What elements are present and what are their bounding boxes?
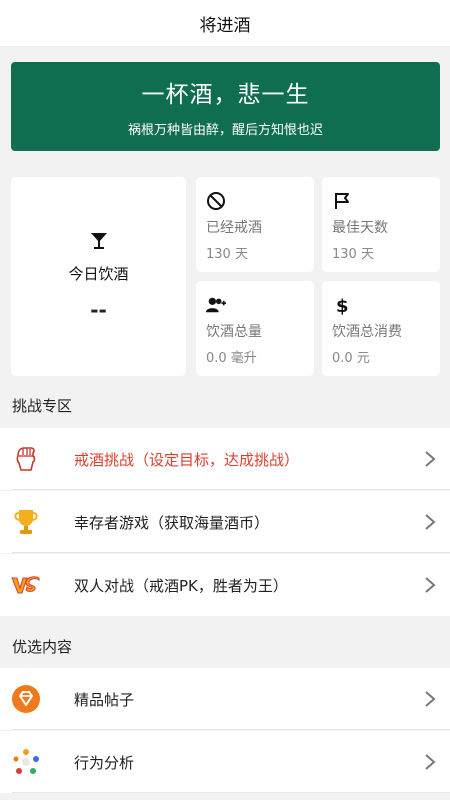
list-item-label: 戒酒挑战（设定目标，达成挑战） xyxy=(74,450,300,469)
list-item-featured-posts[interactable]: 精品帖子 xyxy=(0,668,450,730)
chevron-right-icon xyxy=(425,451,436,467)
stat-value: 0.0 元 xyxy=(332,351,370,366)
chevron-right-icon xyxy=(425,691,436,707)
list-item-behavior-analysis[interactable]: 行为分析 xyxy=(0,731,450,793)
diamond-badge-icon xyxy=(12,685,40,713)
list-item-duel[interactable]: 双人对战（戒酒PK，胜者为王） xyxy=(0,554,450,616)
list-item-label: 幸存者游戏（获取海量酒币） xyxy=(74,513,270,532)
section-title-challenge: 挑战专区 xyxy=(12,397,73,415)
today-drinking-card[interactable]: 今日饮酒 -- xyxy=(11,177,186,376)
stat-card-total-amount[interactable]: 饮酒总量 0.0 毫升 xyxy=(196,281,314,376)
banner-subtitle: 祸根万种皆由醉，醒后方知恨也迟 xyxy=(127,123,323,138)
stat-card-quit-days[interactable]: 已经戒酒 130 天 xyxy=(196,177,314,272)
today-value: -- xyxy=(90,298,107,322)
banner-title: 一杯酒，悲一生 xyxy=(141,82,310,108)
divider xyxy=(12,552,450,553)
stat-name: 最佳天数 xyxy=(332,220,388,236)
trophy-icon xyxy=(14,510,38,534)
top-bar: 将进酒 xyxy=(0,0,450,46)
stat-card-total-spend[interactable]: $ 饮酒总消费 0.0 元 xyxy=(322,281,440,376)
stat-value: 0.0 毫升 xyxy=(206,351,257,366)
motto-banner: 一杯酒，悲一生 祸根万种皆由醉，醒后方知恨也迟 xyxy=(11,62,440,151)
flag-icon xyxy=(335,193,349,209)
user-add-icon xyxy=(206,297,226,313)
today-label: 今日饮酒 xyxy=(68,265,129,283)
list-item-label: 双人对战（戒酒PK，胜者为王） xyxy=(74,576,288,595)
list-item-survivor-game[interactable]: 幸存者游戏（获取海量酒币） xyxy=(0,491,450,553)
list-item-label: 行为分析 xyxy=(74,753,135,772)
page-title: 将进酒 xyxy=(199,15,251,36)
divider xyxy=(12,489,450,490)
chevron-right-icon xyxy=(425,577,436,593)
divider xyxy=(12,792,450,793)
stat-name: 已经戒酒 xyxy=(206,220,262,236)
ban-icon xyxy=(207,192,225,210)
dollar-icon: $ xyxy=(336,296,349,315)
list-item-quit-challenge[interactable]: 戒酒挑战（设定目标，达成挑战） xyxy=(0,428,450,490)
fist-icon xyxy=(16,447,36,471)
stat-name: 饮酒总消费 xyxy=(332,324,402,340)
stat-card-best-days[interactable]: 最佳天数 130 天 xyxy=(322,177,440,272)
svg-text:$: $ xyxy=(336,296,349,315)
section-title-featured: 优选内容 xyxy=(12,638,73,656)
stat-value: 130 天 xyxy=(332,247,374,262)
divider xyxy=(12,729,450,730)
stat-value: 130 天 xyxy=(206,247,248,262)
chevron-right-icon xyxy=(425,754,436,770)
chevron-right-icon xyxy=(425,514,436,530)
list-item-label: 精品帖子 xyxy=(74,690,135,709)
vs-icon xyxy=(11,576,40,594)
stat-name: 饮酒总量 xyxy=(206,324,262,340)
dots-analysis-icon xyxy=(13,749,39,774)
cocktail-glass-icon xyxy=(90,233,107,249)
